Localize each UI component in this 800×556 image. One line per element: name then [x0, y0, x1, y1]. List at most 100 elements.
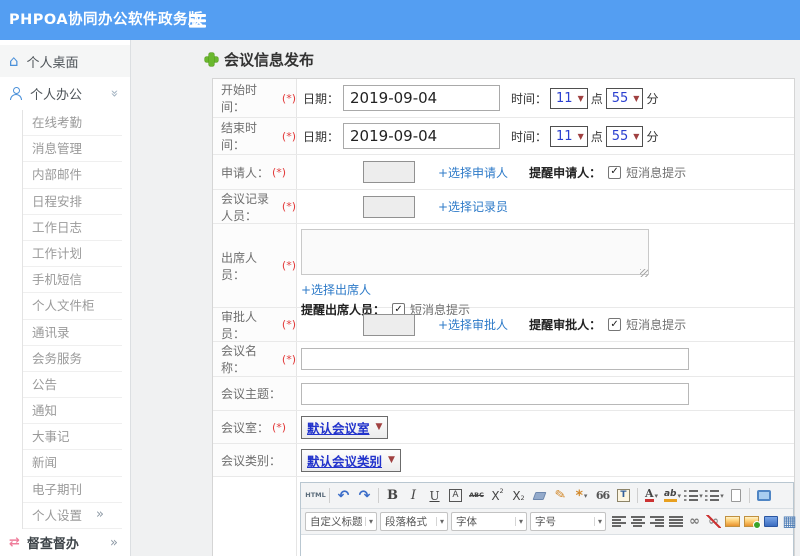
meeting-subject-input[interactable]: [301, 382, 689, 405]
applicant-input[interactable]: [363, 161, 415, 183]
sidebar-subitem-5[interactable]: 工作计划: [23, 241, 122, 268]
toolbar-separator: [749, 488, 750, 503]
sms-checkbox[interactable]: ✓: [608, 318, 622, 331]
recorder-input[interactable]: [363, 195, 415, 218]
blockquote-icon[interactable]: 66: [592, 486, 613, 506]
font-border-icon[interactable]: A: [445, 486, 466, 506]
meeting-room-select[interactable]: 默认会议室 ▼: [301, 415, 389, 439]
sidebar-subitem-settings[interactable]: 个人设置»: [23, 503, 122, 529]
editor-content-area[interactable]: [301, 535, 793, 556]
subscript-icon[interactable]: X: [508, 486, 529, 506]
align-left-icon[interactable]: [609, 512, 628, 532]
sidebar-subitem-13[interactable]: 新闻: [23, 450, 122, 477]
form-row-meeting-category: 会议类别： 默认会议类别 ▼: [213, 444, 794, 477]
undo-icon[interactable]: ↶: [333, 486, 354, 506]
start-minute-select[interactable]: 55 ▼: [605, 87, 644, 109]
end-date-input[interactable]: [343, 123, 501, 149]
field-label: 会议室： (*): [213, 411, 297, 443]
highlight-icon[interactable]: ab ▾: [662, 486, 683, 506]
meeting-category-select[interactable]: 默认会议类别 ▼: [301, 448, 401, 472]
page-title: 会议信息发布: [205, 49, 314, 70]
start-date-input[interactable]: [343, 85, 501, 111]
time-label: 时间：: [511, 91, 548, 106]
date-label: 日期：: [303, 91, 340, 106]
sms-checkbox[interactable]: ✓: [608, 165, 622, 179]
italic-icon[interactable]: I: [403, 486, 424, 506]
chevron-right-icon: »: [96, 507, 104, 523]
sidebar-item-label: 督查督办: [26, 537, 79, 552]
sidebar-subitem-14[interactable]: 电子期刊: [23, 477, 122, 503]
sidebar-subitem-1[interactable]: 消息管理: [23, 136, 122, 163]
remove-format-icon[interactable]: [529, 486, 550, 506]
sidebar-subitem-11[interactable]: 通知: [23, 398, 122, 425]
new-page-icon[interactable]: [725, 486, 746, 506]
remind-approver-label: 提醒审批人：: [529, 318, 602, 332]
sidebar-subitem-10[interactable]: 公告: [23, 372, 122, 399]
heading-select[interactable]: 自定义标题 ▾: [305, 512, 377, 531]
sidebar-subitem-9[interactable]: 会务服务: [23, 346, 122, 372]
sidebar-subitem-3[interactable]: 日程安排: [23, 189, 122, 215]
meeting-name-input[interactable]: [301, 348, 689, 370]
sidebar-subitem-8[interactable]: 通讯录: [23, 320, 122, 346]
image-icon[interactable]: [723, 512, 742, 532]
sidebar-subitem-0[interactable]: 在线考勤: [23, 110, 122, 137]
approver-input[interactable]: [363, 313, 415, 336]
toolbar-separator: [329, 488, 330, 503]
auto-typeset-icon[interactable]: * ▾: [571, 486, 592, 506]
sidebar-submenu: 在线考勤 消息管理 内部邮件 日程安排 工作日志 工作计划 手机短信 个人文件柜 通讯录 会务服务…: [22, 110, 130, 529]
unordered-list-icon[interactable]: ▾: [704, 486, 725, 506]
table-icon[interactable]: ▦: [780, 512, 799, 532]
choose-recorder-link[interactable]: +选择记录员: [438, 198, 508, 215]
align-right-icon[interactable]: [647, 512, 666, 532]
html-source-button[interactable]: HTML: [305, 486, 326, 506]
sidebar-item-office[interactable]: 个人办公 »: [0, 77, 130, 110]
font-select[interactable]: 字体 ▾: [451, 512, 527, 531]
sidebar-item-desktop[interactable]: ⌂ 个人桌面: [0, 45, 130, 77]
insert-image-icon[interactable]: [742, 512, 761, 532]
media-icon[interactable]: [761, 512, 780, 532]
format-brush-icon[interactable]: ✎: [550, 486, 571, 506]
align-justify-icon[interactable]: [666, 512, 685, 532]
size-select[interactable]: 字号 ▾: [530, 512, 606, 531]
underline-icon[interactable]: U: [424, 486, 445, 506]
field-label: 申请人： (*): [213, 155, 297, 189]
font-color-icon[interactable]: A ▾: [641, 486, 662, 506]
field-label: 出席人员： (*): [213, 224, 297, 307]
select-arrow-icon: ▼: [375, 422, 383, 432]
menu-icon[interactable]: [189, 14, 207, 28]
fullscreen-icon[interactable]: [753, 486, 774, 506]
unlink-icon[interactable]: [704, 512, 723, 532]
topbar: PHPOA协同办公软件政务版: [0, 0, 800, 40]
link-icon[interactable]: ∞: [685, 512, 704, 532]
field-label: 会议主题：: [213, 377, 297, 410]
bold-icon[interactable]: B: [382, 486, 403, 506]
sidebar-subitem-2[interactable]: 内部邮件: [23, 162, 122, 189]
sidebar-subitem-6[interactable]: 手机短信: [23, 267, 122, 294]
user-icon: [9, 87, 22, 100]
attendees-textarea[interactable]: [301, 229, 649, 275]
choose-applicant-link[interactable]: +选择申请人: [438, 164, 508, 181]
redo-icon[interactable]: ↷: [354, 486, 375, 506]
paragraph-select[interactable]: 段落格式 ▾: [380, 512, 448, 531]
end-hour-select[interactable]: 11 ▼: [550, 125, 588, 147]
superscript-icon[interactable]: X: [487, 486, 508, 506]
form-row-meeting-room: 会议室： (*) 默认会议室 ▼: [213, 411, 794, 444]
sidebar-subitem-12[interactable]: 大事记: [23, 424, 122, 451]
choose-approver-link[interactable]: +选择审批人: [438, 316, 508, 333]
ordered-list-icon[interactable]: ▾: [683, 486, 704, 506]
end-minute-select[interactable]: 55 ▼: [605, 125, 644, 147]
strikethrough-icon[interactable]: ABC: [466, 486, 487, 506]
field-label: [213, 477, 297, 556]
toolbar-separator: [637, 488, 638, 503]
caret-down-icon: ▾: [699, 491, 703, 500]
remind-applicant-label: 提醒申请人：: [529, 165, 602, 180]
sidebar-subitem-7[interactable]: 个人文件柜: [23, 293, 122, 320]
start-hour-select[interactable]: 11 ▼: [550, 87, 588, 109]
toolbar-separator: [378, 488, 379, 503]
choose-attendees-link[interactable]: +选择出席人: [301, 281, 371, 298]
chevron-down-icon: »: [106, 89, 122, 98]
sidebar-item-supervise[interactable]: ⇄ 督查督办 »: [0, 529, 130, 556]
paste-text-icon[interactable]: T: [613, 486, 634, 506]
sidebar-subitem-4[interactable]: 工作日志: [23, 215, 122, 241]
align-center-icon[interactable]: [628, 512, 647, 532]
